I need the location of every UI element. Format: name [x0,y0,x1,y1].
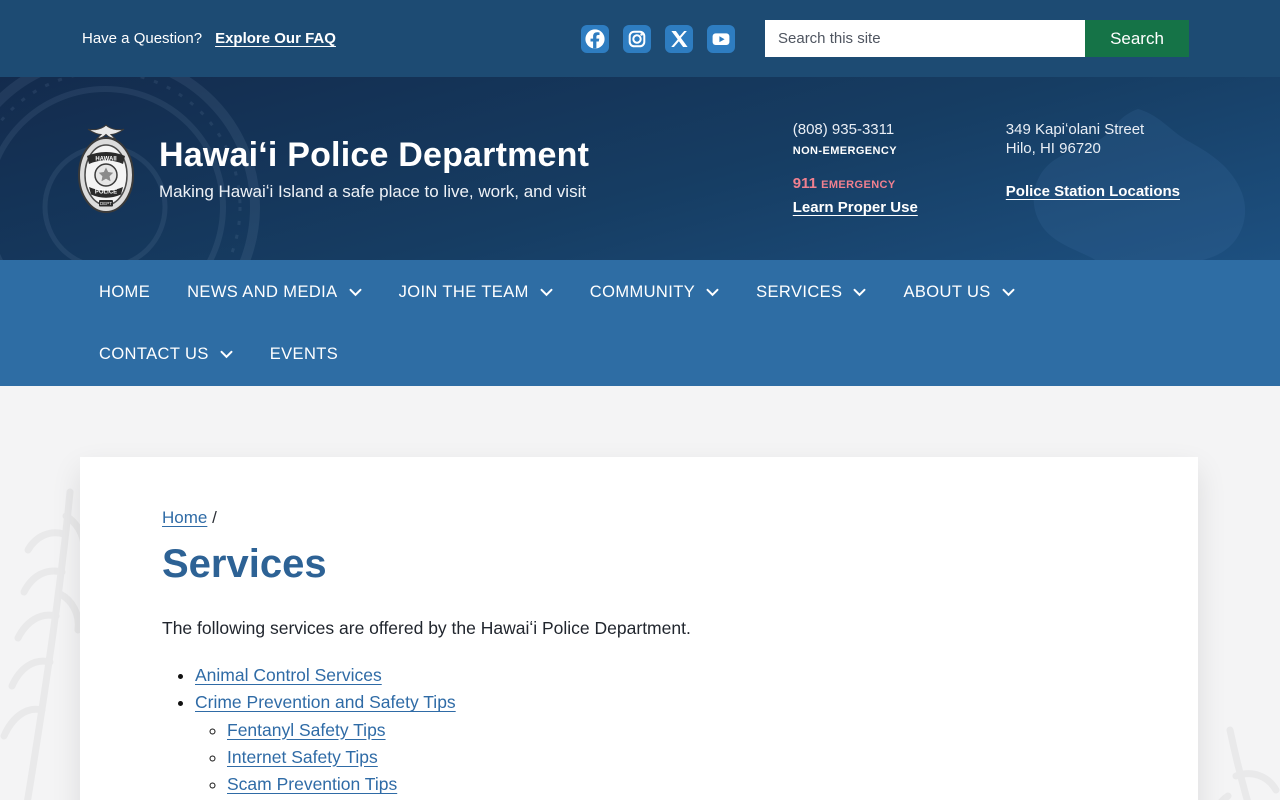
fern-watermark-icon [1218,726,1280,800]
breadcrumb-separator: / [212,508,217,527]
list-item: Scam Prevention Tips [227,771,1116,798]
learn-proper-use-link[interactable]: Learn Proper Use [793,198,918,217]
crime-prevention-link[interactable]: Crime Prevention and Safety Tips [195,692,456,712]
phone-number: (808) 935-3311 [792,121,895,138]
site-search: Search [765,20,1189,57]
emergency-label: EMERGENCY [821,179,896,191]
internet-safety-tips-link[interactable]: Internet Safety Tips [227,747,378,767]
nav-row-2: CONTACT US EVENTS [0,323,1280,385]
breadcrumb-home-link[interactable]: Home [162,508,207,527]
fentanyl-safety-tips-link[interactable]: Fentanyl Safety Tips [227,720,386,740]
brand: HAWAII POLICE DEPT Hawaiʻi Police Depart… [75,123,589,215]
brand-text: Hawaiʻi Police Department Making Hawaiʻi… [159,136,589,202]
animal-control-services-link[interactable]: Animal Control Services [195,665,382,685]
nav-item-events[interactable]: EVENTS [270,345,338,364]
chevron-down-icon [540,288,553,296]
scam-prevention-tips-link[interactable]: Scam Prevention Tips [227,774,397,794]
nav-item-about-us[interactable]: ABOUT US [903,283,1015,302]
list-item: Internet Safety Tips [227,744,1116,771]
list-item: Crime Prevention and Safety Tips Fentany… [195,689,1116,798]
chevron-down-icon [853,288,866,296]
phone-block: (808) 935-3311 NON-EMERGENCY 911 EMERGEN… [793,120,918,217]
topbar-actions: Search [581,20,1189,57]
breadcrumb: Home / [162,508,1116,528]
site-title: Hawaiʻi Police Department [159,135,590,174]
intro-text: The following services are offered by th… [162,618,691,638]
header-contact: (808) 935-3311 NON-EMERGENCY 911 EMERGEN… [793,120,1180,217]
hpd-badge-logo: HAWAII POLICE DEPT [78,123,134,213]
nav-item-home[interactable]: HOME [99,283,150,302]
nav-item-services[interactable]: SERVICES [756,283,866,302]
nav-item-join-the-team[interactable]: JOIN THE TEAM [399,283,553,302]
search-input[interactable] [765,20,1085,57]
phone-label: NON-EMERGENCY [792,145,897,157]
crime-prevention-sublist: Fentanyl Safety Tips Internet Safety Tip… [195,717,1116,799]
chevron-down-icon [706,288,719,296]
list-item: Fentanyl Safety Tips [227,717,1116,744]
site-header: HAWAII POLICE DEPT Hawaiʻi Police Depart… [0,77,1280,260]
station-locations-link[interactable]: Police Station Locations [1006,182,1180,201]
svg-text:POLICE: POLICE [95,189,117,195]
youtube-icon[interactable] [707,24,735,53]
site-tagline: Making Hawaiʻi Island a safe place to li… [159,181,587,201]
x-icon[interactable] [665,24,693,53]
chevron-down-icon [220,350,233,358]
services-list: Animal Control Services Crime Prevention… [162,662,1116,798]
address-block: 349 Kapiʻolani Street Hilo, HI 96720 Pol… [1006,120,1180,217]
facebook-icon[interactable] [581,24,609,53]
question-text: Have a Question? [82,30,203,47]
list-item: Animal Control Services [195,662,1116,689]
faq-link[interactable]: Explore Our FAQ [215,30,336,47]
nav-item-contact-us[interactable]: CONTACT US [99,345,233,364]
top-utility-bar: Have a Question? Explore Our FAQ Search … [0,0,1280,77]
chevron-down-icon [1002,288,1015,296]
emergency-line: 911 EMERGENCY [793,174,918,195]
search-button[interactable]: Search [1085,20,1189,57]
page-title: Services [162,542,327,586]
faq-prompt: Have a Question? Explore Our FAQ [82,30,336,47]
svg-text:HAWAII: HAWAII [95,156,117,162]
nav-item-news-and-media[interactable]: NEWS AND MEDIA [187,283,362,302]
nav-row-1: HOME NEWS AND MEDIA JOIN THE TEAM COMMUN… [0,261,1280,323]
main-navigation: HOME NEWS AND MEDIA JOIN THE TEAM COMMUN… [0,260,1280,386]
social-links [581,24,735,53]
instagram-icon[interactable] [623,24,651,53]
address-line1: 349 Kapiʻolani Street [1005,121,1145,138]
main-content-area: Home / Services The following services a… [0,386,1280,800]
emergency-number: 911 [792,175,817,192]
chevron-down-icon [349,288,362,296]
address-line2: Hilo, HI 96720 [1005,140,1101,157]
nav-item-community[interactable]: COMMUNITY [590,283,719,302]
svg-text:DEPT: DEPT [100,201,112,206]
content-card: Home / Services The following services a… [80,457,1198,800]
